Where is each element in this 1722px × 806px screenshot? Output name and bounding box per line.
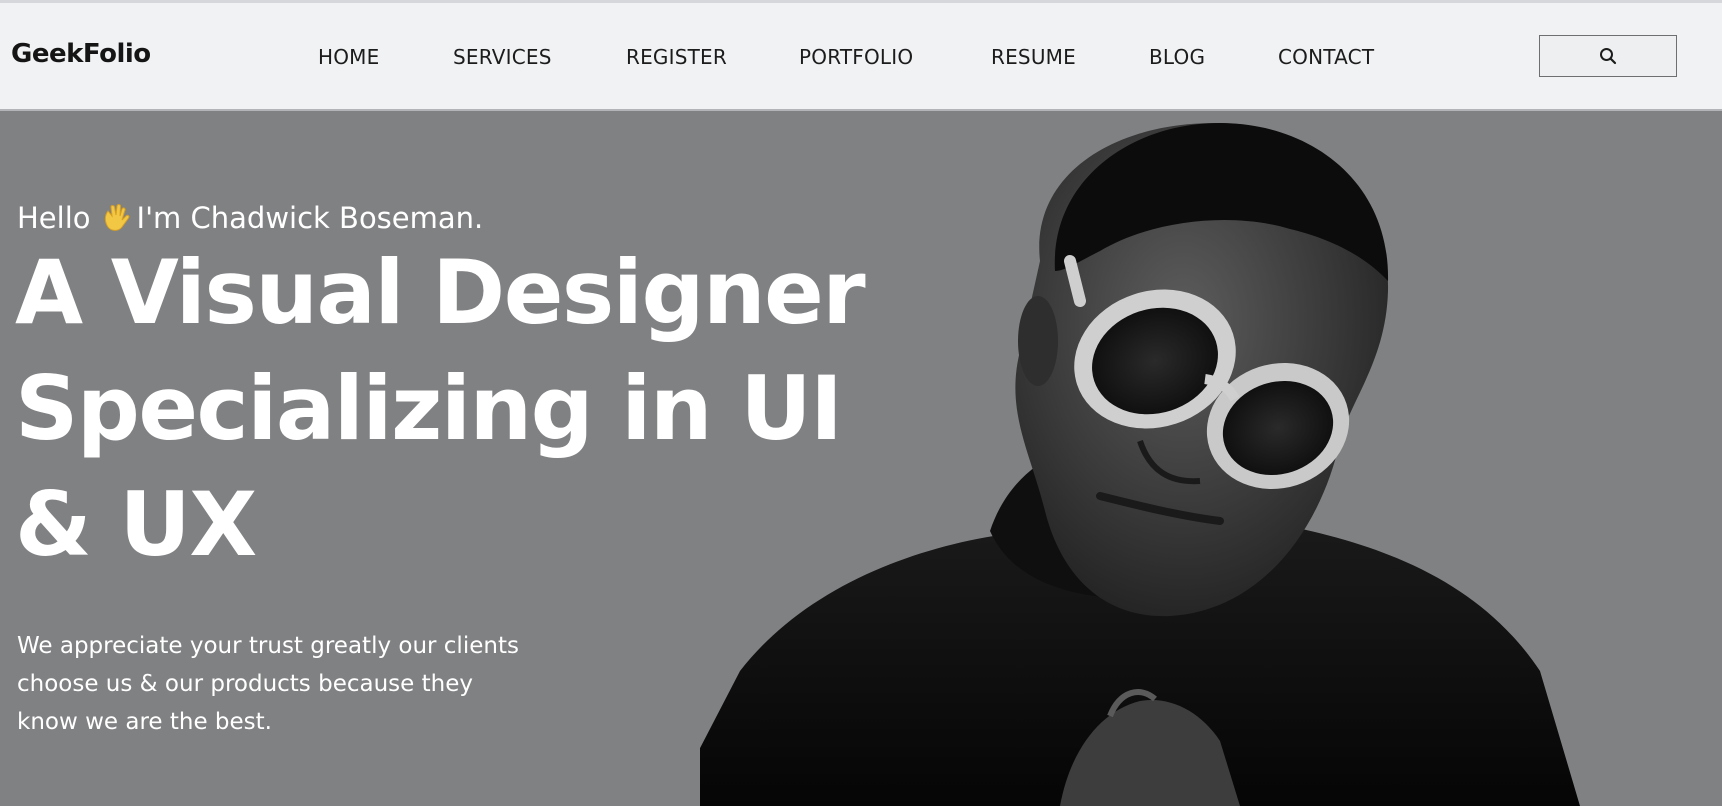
- search-icon: [1600, 48, 1617, 65]
- nav-portfolio[interactable]: PORTFOLIO: [799, 45, 913, 69]
- hero-section: Hello I'm Chadwick Boseman. A Visual Des…: [0, 111, 1722, 806]
- headline-line-3: & UX: [15, 473, 257, 576]
- nav-register[interactable]: REGISTER: [626, 45, 727, 69]
- nav-services[interactable]: SERVICES: [453, 45, 552, 69]
- waving-hand-icon: [104, 204, 129, 231]
- site-logo[interactable]: GeekFolio: [11, 39, 151, 69]
- headline-line-1: A Visual Designer: [15, 241, 866, 344]
- hero-headline: A Visual Designer Specializing in UI & U…: [15, 235, 915, 583]
- hero-intro-text: We appreciate your trust greatly our cli…: [17, 627, 577, 741]
- nav-home[interactable]: HOME: [318, 45, 379, 69]
- intro-line-2: choose us & our products because they: [17, 671, 473, 697]
- intro-line-3: know we are the best.: [17, 709, 272, 735]
- site-header: GeekFolio HOME SERVICES REGISTER PORTFOL…: [0, 3, 1722, 111]
- greeting-hello: Hello: [17, 201, 91, 235]
- nav-resume[interactable]: RESUME: [991, 45, 1076, 69]
- headline-line-2: Specializing in UI: [15, 357, 843, 460]
- greeting-name: I'm Chadwick Boseman.: [136, 201, 484, 235]
- intro-line-1: We appreciate your trust greatly our cli…: [17, 633, 519, 659]
- nav-blog[interactable]: BLOG: [1149, 45, 1205, 69]
- search-button[interactable]: [1539, 35, 1677, 77]
- nav-contact[interactable]: CONTACT: [1278, 45, 1374, 69]
- hero-greeting: Hello I'm Chadwick Boseman.: [17, 201, 483, 235]
